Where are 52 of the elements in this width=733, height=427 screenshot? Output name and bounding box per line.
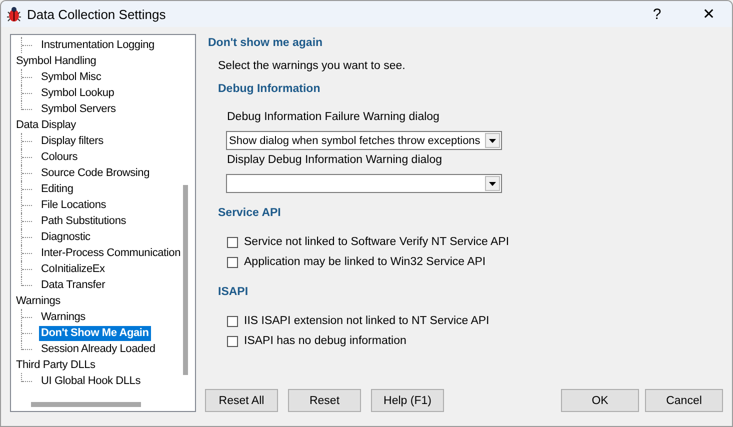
dropdown[interactable]	[226, 174, 502, 193]
tree-item[interactable]: Symbol Lookup	[39, 86, 116, 100]
tree-item[interactable]: Source Code Browsing	[39, 166, 152, 180]
action-button[interactable]: Reset	[288, 389, 361, 412]
action-button[interactable]: Help (F1)	[371, 389, 444, 412]
checkbox-label: Service not linked to Software Verify NT Service API	[244, 236, 510, 248]
tree-item[interactable]: File Locations	[39, 198, 108, 212]
checkbox[interactable]	[227, 236, 238, 248]
tree-item[interactable]: CoInitializeEx	[39, 262, 107, 276]
scrollbar-thumb[interactable]	[31, 402, 141, 407]
close-button[interactable]: ✕	[686, 1, 732, 27]
tree-item[interactable]: Data Display	[14, 118, 78, 132]
checkbox-label: Application may be linked to Win32 Service API	[244, 256, 486, 268]
checkbox[interactable]	[227, 336, 238, 346]
page-title: Don't show me again	[208, 37, 324, 51]
help-button[interactable]: ?	[634, 1, 680, 27]
checkbox-label: IIS ISAPI extension not linked to NT Service API	[244, 315, 490, 327]
dropdown[interactable]: Show dialog when symbol fetches throw exceptions	[226, 131, 502, 150]
checkbox[interactable]	[227, 316, 238, 326]
intro-text: Select the warnings you want to see.	[218, 60, 406, 74]
dialog-button[interactable]: Cancel	[645, 389, 723, 412]
field-label: Debug Information Failure Warning dialog	[227, 111, 440, 125]
caret-icon	[485, 133, 500, 148]
section-heading: Debug Information	[218, 83, 322, 97]
dialog-button[interactable]: OK	[561, 389, 639, 412]
tree-item[interactable]: Diagnostic	[39, 230, 92, 244]
action-button[interactable]: Reset All	[205, 389, 278, 412]
caret-icon	[485, 176, 500, 191]
field-label: Display Debug Information Warning dialog	[227, 154, 443, 168]
tree-item[interactable]: Warnings	[39, 310, 88, 324]
tree-item[interactable]: Third Party DLLs	[14, 358, 98, 372]
tree-item[interactable]: Colours	[39, 150, 80, 164]
tree-item[interactable]: Instrumentation Logging	[39, 38, 156, 52]
scrollbar-thumb[interactable]	[183, 185, 188, 375]
tree-item[interactable]: Session Already Loaded	[39, 342, 158, 356]
section-heading: Service API	[218, 207, 282, 221]
tree-item[interactable]: Don't Show Me Again	[39, 326, 151, 340]
section-heading: ISAPI	[218, 286, 250, 300]
checkbox-label: ISAPI has no debug information	[244, 335, 406, 347]
bug-icon	[7, 6, 21, 22]
checkbox[interactable]	[227, 256, 238, 268]
tree-item[interactable]: UI Global Hook DLLs	[39, 374, 143, 388]
tree-item[interactable]: Symbol Handling	[14, 54, 98, 68]
tree-item[interactable]: Inter-Process Communication	[39, 246, 182, 260]
tree-item[interactable]: Warnings	[14, 294, 62, 308]
tree-item[interactable]: Path Substitutions	[39, 214, 128, 228]
tree-item[interactable]: Editing	[39, 182, 76, 196]
tree-item[interactable]: Display filters	[39, 134, 106, 148]
window-title: Data Collection Settings	[27, 6, 167, 22]
tree-item[interactable]: Symbol Servers	[39, 102, 118, 116]
tree-item[interactable]: Data Transfer	[39, 278, 108, 292]
tree-item[interactable]: Symbol Misc	[39, 70, 104, 84]
